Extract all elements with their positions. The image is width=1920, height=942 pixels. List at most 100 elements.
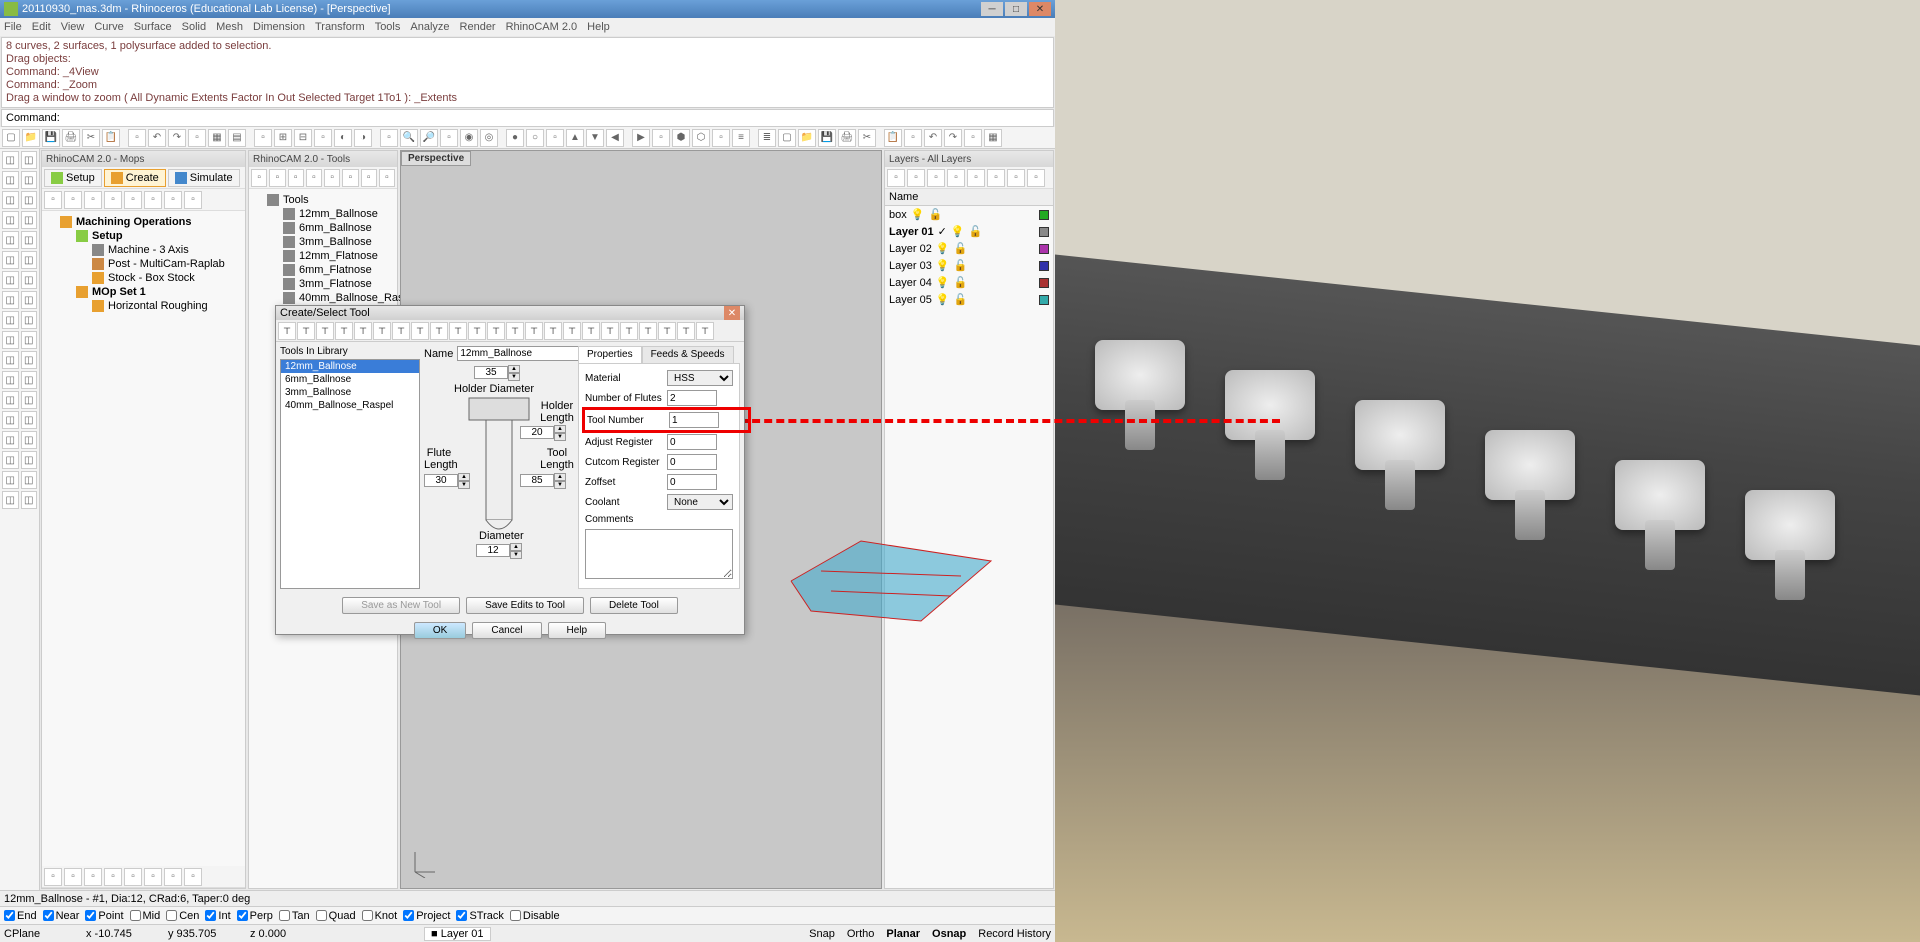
mopsbtb-btn-4[interactable]: ▫ bbox=[124, 868, 142, 886]
tool-type-tab-22[interactable]: ⊤ bbox=[696, 322, 714, 340]
comments-input[interactable] bbox=[585, 529, 733, 579]
side-btn-10-1[interactable]: ◫ bbox=[21, 351, 38, 369]
toolbar-btn-19[interactable]: 🔍 bbox=[400, 129, 418, 147]
tool-item-3mm_Flatnose[interactable]: 3mm_Flatnose bbox=[269, 277, 393, 291]
toolbar-btn-20[interactable]: 🔎 bbox=[420, 129, 438, 147]
tool-type-tab-3[interactable]: ⊤ bbox=[335, 322, 353, 340]
tool-type-tab-17[interactable]: ⊤ bbox=[601, 322, 619, 340]
tool-type-tab-15[interactable]: ⊤ bbox=[563, 322, 581, 340]
side-btn-14-1[interactable]: ◫ bbox=[21, 431, 38, 449]
side-btn-17-0[interactable]: ◫ bbox=[2, 491, 19, 509]
tool-type-tab-20[interactable]: ⊤ bbox=[658, 322, 676, 340]
layerstb-btn-0[interactable]: ▫ bbox=[887, 169, 905, 187]
menu-edit[interactable]: Edit bbox=[32, 21, 51, 33]
snap-knot[interactable] bbox=[362, 910, 373, 921]
toolbar-btn-40[interactable]: 🖨 bbox=[838, 129, 856, 147]
zoffset-input[interactable] bbox=[667, 474, 717, 490]
menu-curve[interactable]: Curve bbox=[94, 21, 123, 33]
snap-toggle[interactable]: Snap bbox=[809, 928, 835, 940]
lib-item-6mm_Ballnose[interactable]: 6mm_Ballnose bbox=[281, 373, 419, 386]
toolbar-btn-42[interactable]: 📋 bbox=[884, 129, 902, 147]
side-btn-5-1[interactable]: ◫ bbox=[21, 251, 38, 269]
side-btn-5-0[interactable]: ◫ bbox=[2, 251, 19, 269]
side-btn-2-1[interactable]: ◫ bbox=[21, 191, 38, 209]
side-btn-12-0[interactable]: ◫ bbox=[2, 391, 19, 409]
tool-number-input[interactable] bbox=[669, 412, 719, 428]
holder-dia-input[interactable]: ▲▼ bbox=[474, 365, 520, 379]
mopsbtb-btn-3[interactable]: ▫ bbox=[104, 868, 122, 886]
side-btn-16-0[interactable]: ◫ bbox=[2, 471, 19, 489]
toolstb-btn-6[interactable]: ▫ bbox=[361, 169, 377, 187]
mopsbtb-btn-1[interactable]: ▫ bbox=[64, 868, 82, 886]
tree-post[interactable]: Post - MultiCam-Raplab bbox=[78, 257, 241, 271]
toolbar-btn-9[interactable]: ▫ bbox=[188, 129, 206, 147]
toolbar-btn-23[interactable]: ◎ bbox=[480, 129, 498, 147]
side-btn-15-0[interactable]: ◫ bbox=[2, 451, 19, 469]
mopstb-btn-7[interactable]: ▫ bbox=[184, 191, 202, 209]
side-btn-0-1[interactable]: ◫ bbox=[21, 151, 38, 169]
tool-type-tab-19[interactable]: ⊤ bbox=[639, 322, 657, 340]
tool-type-tab-0[interactable]: ⊤ bbox=[278, 322, 296, 340]
side-btn-11-0[interactable]: ◫ bbox=[2, 371, 19, 389]
toolbar-btn-33[interactable]: ⬡ bbox=[692, 129, 710, 147]
toolstb-btn-4[interactable]: ▫ bbox=[324, 169, 340, 187]
dialog-close-button[interactable]: ✕ bbox=[724, 306, 740, 320]
layer-Layer01[interactable]: Layer 01✓💡🔓 bbox=[885, 223, 1053, 240]
toolstb-btn-7[interactable]: ▫ bbox=[379, 169, 395, 187]
toolbar-btn-44[interactable]: ↶ bbox=[924, 129, 942, 147]
side-btn-0-0[interactable]: ◫ bbox=[2, 151, 19, 169]
cancel-button[interactable]: Cancel bbox=[472, 622, 541, 639]
menu-rhinocam20[interactable]: RhinoCAM 2.0 bbox=[506, 21, 578, 33]
toolstb-btn-2[interactable]: ▫ bbox=[288, 169, 304, 187]
tab-feeds-speeds[interactable]: Feeds & Speeds bbox=[642, 346, 734, 363]
toolbar-btn-36[interactable]: ≣ bbox=[758, 129, 776, 147]
snap-mid[interactable] bbox=[130, 910, 141, 921]
tool-type-tab-8[interactable]: ⊤ bbox=[430, 322, 448, 340]
coolant-select[interactable]: None bbox=[667, 494, 733, 510]
layerstb-btn-6[interactable]: ▫ bbox=[1007, 169, 1025, 187]
toolbar-btn-32[interactable]: ⬢ bbox=[672, 129, 690, 147]
tool-type-tab-16[interactable]: ⊤ bbox=[582, 322, 600, 340]
toolbar-btn-37[interactable]: ▢ bbox=[778, 129, 796, 147]
planar-toggle[interactable]: Planar bbox=[886, 928, 920, 940]
toolbar-btn-28[interactable]: ▼ bbox=[586, 129, 604, 147]
material-select[interactable]: HSS bbox=[667, 370, 733, 386]
toolbar-btn-29[interactable]: ◀ bbox=[606, 129, 624, 147]
toolbar-btn-0[interactable]: ▢ bbox=[2, 129, 20, 147]
save-as-new-button[interactable]: Save as New Tool bbox=[342, 597, 460, 614]
side-btn-13-0[interactable]: ◫ bbox=[2, 411, 19, 429]
snap-strack[interactable] bbox=[456, 910, 467, 921]
tool-type-tab-6[interactable]: ⊤ bbox=[392, 322, 410, 340]
toolbar-btn-41[interactable]: ✂ bbox=[858, 129, 876, 147]
mopsbtb-btn-0[interactable]: ▫ bbox=[44, 868, 62, 886]
toolbar-btn-11[interactable]: ▤ bbox=[228, 129, 246, 147]
toolstb-btn-0[interactable]: ▫ bbox=[251, 169, 267, 187]
save-edits-button[interactable]: Save Edits to Tool bbox=[466, 597, 584, 614]
toolbar-btn-21[interactable]: ▫ bbox=[440, 129, 458, 147]
toolbar-btn-12[interactable]: ▫ bbox=[254, 129, 272, 147]
menu-view[interactable]: View bbox=[61, 21, 85, 33]
side-btn-3-1[interactable]: ◫ bbox=[21, 211, 38, 229]
mopsbtb-btn-7[interactable]: ▫ bbox=[184, 868, 202, 886]
snap-tan[interactable] bbox=[279, 910, 290, 921]
side-btn-13-1[interactable]: ◫ bbox=[21, 411, 38, 429]
flute-len-input[interactable]: ▲▼ bbox=[424, 473, 470, 487]
close-button[interactable]: ✕ bbox=[1029, 2, 1051, 16]
side-btn-17-1[interactable]: ◫ bbox=[21, 491, 38, 509]
mopstb-btn-4[interactable]: ▫ bbox=[124, 191, 142, 209]
mopsbtb-btn-6[interactable]: ▫ bbox=[164, 868, 182, 886]
toolbar-btn-24[interactable]: ● bbox=[506, 129, 524, 147]
toolbar-btn-10[interactable]: ▦ bbox=[208, 129, 226, 147]
tool-type-tab-11[interactable]: ⊤ bbox=[487, 322, 505, 340]
menu-dimension[interactable]: Dimension bbox=[253, 21, 305, 33]
mopstb-btn-2[interactable]: ▫ bbox=[84, 191, 102, 209]
tool-item-12mm_Ballnose[interactable]: 12mm_Ballnose bbox=[269, 207, 393, 221]
tool-name-input[interactable] bbox=[457, 346, 595, 361]
tool-item-3mm_Ballnose[interactable]: 3mm_Ballnose bbox=[269, 235, 393, 249]
layerstb-btn-7[interactable]: ▫ bbox=[1027, 169, 1045, 187]
snap-quad[interactable] bbox=[316, 910, 327, 921]
ok-button[interactable]: OK bbox=[414, 622, 466, 639]
toolbar-btn-47[interactable]: ▦ bbox=[984, 129, 1002, 147]
layerstb-btn-4[interactable]: ▫ bbox=[967, 169, 985, 187]
menu-help[interactable]: Help bbox=[587, 21, 610, 33]
